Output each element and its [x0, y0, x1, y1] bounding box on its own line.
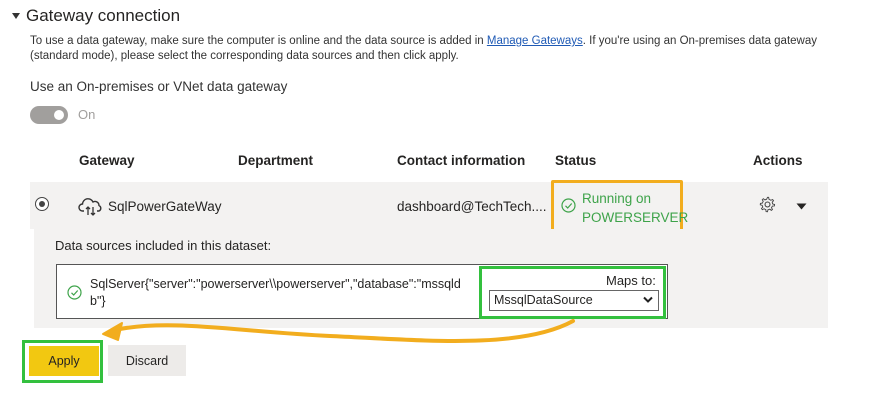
- discard-button[interactable]: Discard: [108, 345, 186, 376]
- annotation-arrow-icon: [102, 319, 575, 343]
- apply-button[interactable]: Apply: [29, 346, 99, 376]
